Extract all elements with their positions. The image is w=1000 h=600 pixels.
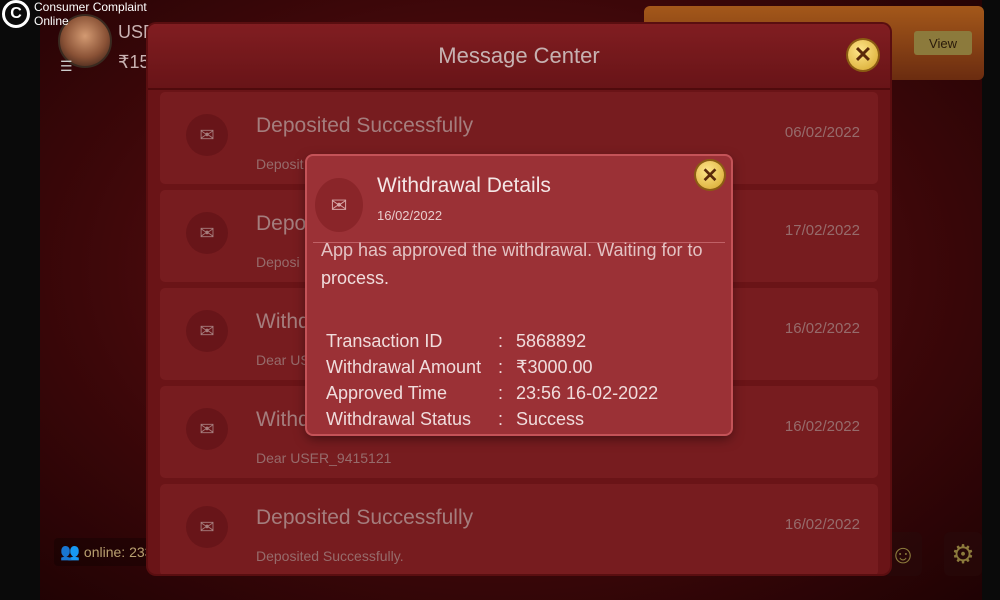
watermark-line-2: Online	[34, 14, 69, 28]
info-value: Success	[516, 408, 585, 429]
view-button[interactable]: View	[914, 31, 972, 55]
message-title: Deposited Successfully	[256, 506, 474, 529]
info-value: 23:56 16-02-2022	[516, 382, 659, 403]
info-key: Withdrawal Amount	[326, 356, 482, 377]
watermark-logo-icon: C	[2, 0, 30, 28]
envelope-icon: ✉	[186, 506, 228, 548]
info-separator: :	[498, 382, 504, 403]
watermark-text: Consumer Complaint Online	[34, 0, 147, 28]
info-row-withdrawal-amount: Withdrawal Amount : ₹3000.00	[326, 354, 658, 380]
withdrawal-message-tail: process.	[321, 268, 390, 288]
user-balance: ₹15	[118, 52, 150, 72]
info-row-transaction-id: Transaction ID : 5868892	[326, 328, 658, 354]
envelope-icon: ✉	[315, 178, 363, 232]
message-preview: Dear US	[256, 352, 310, 368]
message-preview: Dear USER_9415121	[256, 450, 392, 466]
info-separator: :	[498, 356, 504, 377]
people-icon: 👥	[60, 544, 80, 561]
info-value: ₹3000.00	[516, 356, 593, 377]
info-row-withdrawal-status: Withdrawal Status : Success	[326, 406, 658, 432]
info-separator: :	[498, 330, 504, 351]
message-center-header: Message Center	[148, 24, 890, 90]
envelope-icon: ✉	[186, 310, 228, 352]
withdrawal-message-partial: App has approved the withdrawal. Waiting…	[321, 240, 703, 260]
withdrawal-close-button[interactable]: ✕	[696, 161, 724, 189]
info-value: 5868892	[516, 330, 587, 351]
watermark: C Consumer Complaint Online	[2, 0, 147, 28]
message-date: 16/02/2022	[784, 516, 860, 533]
message-center-close-button[interactable]: ✕	[848, 40, 878, 70]
withdrawal-date: 16/02/2022	[377, 208, 443, 223]
envelope-icon: ✉	[186, 212, 228, 254]
message-center-title: Message Center	[438, 43, 600, 68]
message-date: 16/02/2022	[784, 320, 860, 337]
message-preview: Deposited Successfully.	[256, 548, 404, 564]
withdrawal-title: Withdrawal Details	[377, 174, 551, 197]
info-key: Approved Time	[326, 382, 448, 403]
left-bar	[0, 0, 40, 600]
menu-icon[interactable]: ☰	[60, 58, 73, 75]
info-key: Transaction ID	[326, 330, 443, 351]
message-date: 16/02/2022	[784, 418, 860, 435]
withdrawal-message: App has approved the withdrawal. Waiting…	[321, 240, 717, 290]
message-item[interactable]: ✉ Deposited Successfully Deposited Succe…	[160, 484, 878, 574]
gear-icon[interactable]: ⚙	[944, 532, 982, 576]
right-bar	[982, 0, 1000, 600]
withdrawal-details-popup: ✉ Withdrawal Details 16/02/2022 App has …	[307, 156, 731, 434]
info-key: Withdrawal Status	[326, 408, 472, 429]
info-row-approved-time: Approved Time : 23:56 16-02-2022	[326, 380, 658, 406]
info-separator: :	[498, 408, 504, 429]
withdrawal-info-table: Transaction ID : 5868892 Withdrawal Amou…	[326, 328, 658, 432]
message-preview: Deposit	[256, 156, 304, 172]
envelope-icon: ✉	[186, 114, 228, 156]
message-title: Deposited Successfully	[256, 114, 474, 137]
message-preview: Deposi	[256, 254, 300, 270]
online-label: online: 233	[83, 544, 153, 560]
watermark-line-1: Consumer Complaint	[34, 0, 147, 14]
online-count: 👥 online: 233	[54, 538, 159, 566]
message-title: Withd	[256, 310, 310, 333]
envelope-icon: ✉	[186, 408, 228, 450]
message-date: 17/02/2022	[784, 222, 860, 239]
message-title: Withd	[256, 408, 310, 431]
message-date: 06/02/2022	[784, 124, 860, 141]
